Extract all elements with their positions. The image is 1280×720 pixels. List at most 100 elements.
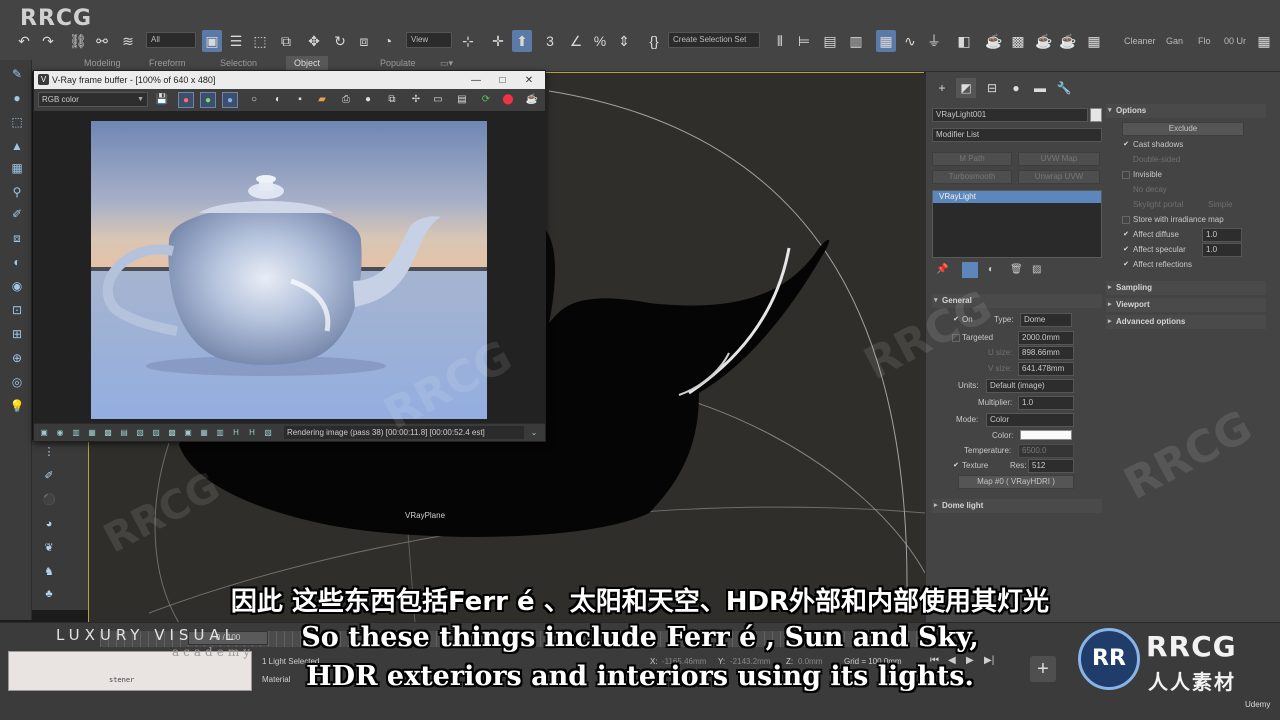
ribbon-options-icon[interactable]: ▭▾ [440, 56, 453, 70]
alpha-view-icon[interactable]: ◐ [270, 92, 286, 108]
stamp-icon[interactable]: ▧ [262, 427, 274, 439]
affect-specular-checkbox[interactable]: ✔ [1122, 246, 1130, 254]
modifier-stack[interactable]: VRayLight [932, 190, 1102, 258]
vertex-icon[interactable]: ⚲ [8, 184, 26, 200]
workspace-grid-icon[interactable]: ▦ [1254, 30, 1274, 52]
invisible-checkbox[interactable] [1122, 171, 1130, 179]
ribbon-toggle-icon[interactable]: ▥ [846, 30, 866, 52]
mirror-icon[interactable]: ⫴ [770, 30, 790, 52]
temperature-field[interactable]: 6500.0 [1018, 444, 1074, 458]
scene-explorer-icon[interactable]: ▦ [876, 30, 896, 52]
link-icon[interactable]: ⛓ [68, 30, 88, 52]
sampling-rollout-header[interactable]: Sampling [1106, 281, 1266, 295]
ribbon-tab-populate[interactable]: Populate [380, 56, 416, 70]
pivot-center-icon[interactable]: ⊹ [458, 30, 478, 52]
unwrap-uvw-modifier-button[interactable]: Unwrap UVW [1018, 170, 1100, 184]
texture-map-button[interactable]: Map #0 ( VRayHDRI ) [958, 475, 1074, 489]
selection-filter-dropdown[interactable]: All [146, 32, 196, 48]
workspace-cleaner-label[interactable]: Cleaner [1124, 32, 1156, 50]
folder-icon[interactable]: ▰ [314, 92, 330, 108]
history-icon[interactable]: ▤ [454, 92, 470, 108]
place-icon[interactable]: ◔ [378, 30, 398, 52]
affect-reflections-checkbox[interactable]: ✔ [1122, 261, 1130, 269]
object-color-swatch[interactable] [1090, 108, 1102, 122]
selection-tool-icon[interactable]: ⬚ [8, 114, 26, 130]
create-tab-icon[interactable]: + [932, 78, 952, 98]
region-render-icon[interactable]: ▭ [430, 92, 446, 108]
texture-checkbox[interactable]: ✔ [952, 462, 960, 470]
object-name-field[interactable]: VRayLight001 [932, 108, 1088, 122]
lens-effects-icon[interactable]: ◉ [54, 427, 66, 439]
copy-icon[interactable]: ⧉ [384, 92, 400, 108]
grid-icon[interactable]: ▦ [8, 160, 26, 176]
transform-icon[interactable]: ⧈ [8, 230, 26, 246]
history-panel-icon[interactable]: ▥ [214, 427, 226, 439]
advanced-options-rollout-header[interactable]: Advanced options [1106, 315, 1266, 329]
light-color-swatch[interactable] [1020, 430, 1072, 440]
texture-res-field[interactable]: 512 [1028, 459, 1074, 473]
save-all-icon[interactable]: ⎙ [338, 92, 354, 108]
snap-toggle-icon[interactable]: 3 [540, 30, 560, 52]
red-channel-icon[interactable]: ● [178, 92, 194, 108]
maximize-icon[interactable]: □ [490, 72, 514, 90]
affect-diffuse-checkbox[interactable]: ✔ [1122, 231, 1130, 239]
track-mouse-icon[interactable]: ✢ [408, 92, 424, 108]
horizontal-split-icon[interactable]: H [230, 427, 242, 439]
curve-editor-icon[interactable]: ∿ [900, 30, 920, 52]
render-iterative-icon[interactable]: ▦ [1084, 30, 1104, 52]
mono-view-icon[interactable]: ○ [246, 92, 262, 108]
ribbon-tab-selection[interactable]: Selection [220, 56, 257, 70]
create-selection-set-dropdown[interactable]: Create Selection Set [668, 32, 760, 48]
color-correction-icon[interactable]: ▣ [38, 427, 50, 439]
blue-channel-icon[interactable]: ● [222, 92, 238, 108]
eye-icon[interactable]: ◎ [8, 374, 26, 390]
channel-dropdown[interactable]: RGB color ▼ [38, 92, 148, 107]
render-setup-icon[interactable]: ☕ [984, 30, 1004, 52]
rendered-frame-window-icon[interactable]: ▩ [1008, 30, 1028, 52]
select-manipulate-icon[interactable]: ✛ [488, 30, 508, 52]
clear-image-icon[interactable]: ● [360, 92, 376, 108]
align-icon[interactable]: ⊨ [794, 30, 814, 52]
material-editor-icon[interactable]: ◧ [954, 30, 974, 52]
cast-shadows-checkbox[interactable]: ✔ [1122, 141, 1130, 149]
globe-icon[interactable]: ◕ [40, 516, 58, 532]
viewport-rollout-header[interactable]: Viewport [1106, 298, 1266, 312]
scroll-down-icon[interactable]: ⌄ [528, 427, 540, 439]
scale-icon[interactable]: ⧈ [354, 30, 374, 52]
srgb-icon[interactable]: ▩ [166, 427, 178, 439]
modifier-stack-item-vraylight[interactable]: VRayLight [933, 191, 1101, 203]
turbosmooth-modifier-button[interactable]: Turbosmooth [932, 170, 1012, 184]
utilities-tab-icon[interactable]: 🔧 [1054, 78, 1074, 98]
usize-field[interactable]: 898.66mm [1018, 346, 1074, 360]
hierarchy-tab-icon[interactable]: ⊟ [982, 78, 1002, 98]
schematic-view-icon[interactable]: ⏚ [924, 30, 944, 52]
minimize-icon[interactable]: — [464, 72, 488, 90]
render-region-icon[interactable]: ⊞ [8, 326, 26, 342]
save-image-icon[interactable]: 💾 [154, 92, 170, 108]
select-by-name-icon[interactable]: ☰ [226, 30, 246, 52]
pin-stack-icon[interactable]: 📌 [936, 264, 948, 275]
type-dropdown[interactable]: Dome [1020, 313, 1072, 327]
light-bulb-icon[interactable]: 💡 [8, 398, 26, 414]
workspace-gan-label[interactable]: Gan [1166, 32, 1183, 50]
configure-sets-icon[interactable]: ▨ [1032, 264, 1041, 275]
vfb-canvas[interactable] [34, 111, 545, 423]
walker-icon[interactable]: ♞ [40, 564, 58, 580]
ribbon-tab-freeform[interactable]: Freeform [149, 56, 186, 70]
paint-brush-icon[interactable]: ✐ [40, 468, 58, 484]
rotate-icon[interactable]: ↻ [330, 30, 350, 52]
dome-light-rollout-header[interactable]: Dome light [932, 499, 1102, 513]
affect-specular-field[interactable]: 1.0 [1202, 243, 1242, 257]
rect-selection-icon[interactable]: ⬚ [250, 30, 270, 52]
percent-snap-icon[interactable]: % [590, 30, 610, 52]
reference-coord-dropdown[interactable]: View [406, 32, 452, 48]
undo-icon[interactable]: ↶ [14, 30, 34, 52]
options-rollout-header[interactable]: Options [1106, 104, 1266, 118]
bind-spacewarp-icon[interactable]: ≋ [118, 30, 138, 52]
levels-icon[interactable]: ▥ [70, 427, 82, 439]
render-activeshade-icon[interactable]: ☕ [1058, 30, 1078, 52]
window-crossing-icon[interactable]: ⧉ [276, 30, 296, 52]
exclude-button[interactable]: Exclude [1122, 122, 1244, 136]
redo-icon[interactable]: ↷ [38, 30, 58, 52]
ribbon-tab-modeling[interactable]: Modeling [84, 56, 121, 70]
